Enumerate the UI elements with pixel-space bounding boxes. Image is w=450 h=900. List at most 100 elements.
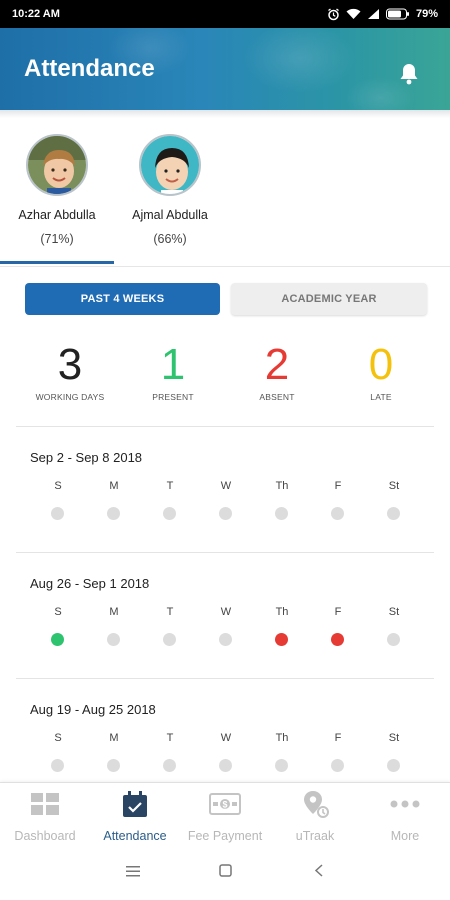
day-status-dot [387, 507, 400, 520]
nav-attendance[interactable]: Attendance [90, 789, 180, 843]
header-shadow [0, 110, 450, 118]
day-label-wed: W [220, 480, 232, 492]
working-days-label: WORKING DAYS [35, 392, 105, 402]
fee-payment-icon: $ [180, 789, 270, 819]
nav-utraak[interactable]: uTraak [270, 789, 360, 843]
nav-label: uTraak [295, 829, 335, 843]
nav-fee-payment[interactable]: $ Fee Payment [180, 789, 270, 843]
day-status-dot [219, 759, 232, 772]
day-status-dot [107, 759, 120, 772]
present-label: PRESENT [152, 392, 194, 402]
late-label: LATE [370, 392, 392, 402]
notification-bell-icon[interactable] [398, 62, 420, 86]
late-stat: 0 LATE [326, 340, 436, 402]
day-label-tue: T [166, 480, 174, 492]
back-icon[interactable] [314, 864, 323, 882]
day-status-dot [219, 507, 232, 520]
day-label-sat: St [388, 606, 400, 618]
status-bar: 10:22 AM 79% [0, 0, 450, 28]
selected-student-indicator [0, 261, 114, 264]
day-status-dot [51, 759, 64, 772]
day-status-dot [331, 759, 344, 772]
day-status-dot-absent [331, 633, 344, 646]
day-label-fri: F [334, 480, 342, 492]
day-status-dot [163, 633, 176, 646]
student-profile-2[interactable]: Ajmal Abdulla (66%) [115, 134, 225, 246]
status-time: 10:22 AM [12, 8, 60, 20]
day-status-dot [107, 507, 120, 520]
nav-label: Dashboard [14, 829, 76, 843]
student-attendance-percent: (71%) [40, 232, 74, 246]
nav-more[interactable]: More [360, 789, 450, 843]
day-label-sun: S [54, 480, 62, 492]
battery-icon [385, 8, 410, 20]
system-navigation-bar [0, 846, 450, 900]
day-label-tue: T [166, 732, 174, 744]
day-label-tue: T [166, 606, 174, 618]
absent-stat: 2 ABSENT [222, 340, 332, 402]
day-label-thu: Th [275, 606, 289, 618]
menu-icon[interactable] [126, 864, 140, 882]
day-label-mon: M [109, 480, 119, 492]
student-name: Ajmal Abdulla [132, 208, 208, 222]
more-icon [360, 789, 450, 819]
home-icon[interactable] [219, 864, 232, 882]
day-label-sat: St [388, 480, 400, 492]
wifi-icon [346, 8, 361, 20]
day-label-sun: S [54, 606, 62, 618]
bottom-navigation: Dashboard Attendance $ Fee Payment uTraa… [0, 782, 450, 846]
student-name: Azhar Abdulla [18, 208, 96, 222]
day-label-mon: M [109, 606, 119, 618]
svg-text:$: $ [222, 800, 227, 810]
page-title: Attendance [24, 55, 155, 82]
student-selector: Azhar Abdulla (71%) Ajmal Abdulla (66%) [0, 126, 450, 264]
attendance-summary: 3 WORKING DAYS 1 PRESENT 2 ABSENT 0 LATE [0, 340, 450, 410]
nav-label: Attendance [103, 829, 167, 843]
utraak-icon [270, 789, 360, 819]
signal-icon [367, 8, 380, 20]
day-status-dot [219, 633, 232, 646]
student-attendance-percent: (66%) [153, 232, 187, 246]
divider [16, 552, 434, 553]
day-label-fri: F [334, 606, 342, 618]
day-label-thu: Th [275, 480, 289, 492]
academic-year-tab[interactable]: ACADEMIC YEAR [231, 283, 427, 315]
avatar [139, 134, 201, 196]
alarm-icon [327, 7, 340, 21]
working-days-count: 3 [57, 340, 83, 389]
present-count: 1 [160, 340, 186, 389]
day-label-sun: S [54, 732, 62, 744]
divider [0, 266, 450, 267]
divider [16, 678, 434, 679]
day-status-dot [275, 507, 288, 520]
nav-label: Fee Payment [187, 829, 263, 843]
day-status-dot-present [51, 633, 64, 646]
working-days-stat: 3 WORKING DAYS [15, 340, 125, 402]
late-count: 0 [368, 340, 394, 389]
dashboard-icon [0, 789, 90, 819]
avatar [26, 134, 88, 196]
present-stat: 1 PRESENT [118, 340, 228, 402]
day-status-dot [107, 633, 120, 646]
day-status-dot [275, 759, 288, 772]
attendance-icon [90, 789, 180, 819]
day-label-wed: W [220, 606, 232, 618]
day-status-dot [331, 507, 344, 520]
nav-dashboard[interactable]: Dashboard [0, 789, 90, 843]
day-label-sat: St [388, 732, 400, 744]
nav-label: More [390, 829, 420, 843]
attendance-screen: 10:22 AM 79% Attendance Azhar Abdulla (7… [0, 0, 450, 900]
day-status-dot [51, 507, 64, 520]
past-4-weeks-tab[interactable]: PAST 4 WEEKS [25, 283, 220, 315]
week-range: Sep 2 - Sep 8 2018 [30, 450, 143, 465]
student-profile-1[interactable]: Azhar Abdulla (71%) [2, 134, 112, 246]
day-status-dot-absent [275, 633, 288, 646]
day-label-mon: M [109, 732, 119, 744]
divider [16, 426, 434, 427]
absent-count: 2 [264, 340, 290, 389]
day-status-dot [163, 507, 176, 520]
week-range: Aug 19 - Aug 25 2018 [30, 702, 156, 717]
day-label-thu: Th [275, 732, 289, 744]
battery-percent: 79% [415, 8, 438, 20]
day-label-fri: F [334, 732, 342, 744]
